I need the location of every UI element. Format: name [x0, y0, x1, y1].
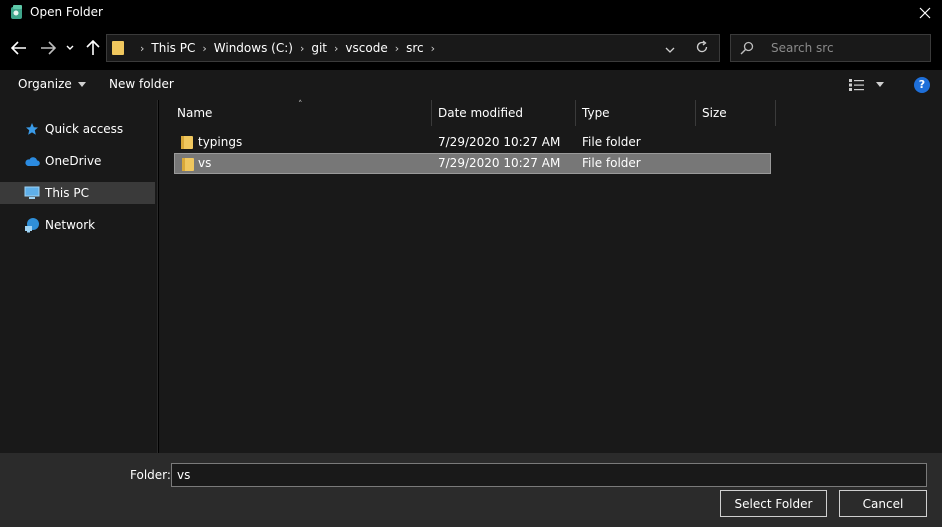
sidebar-item-this-pc[interactable]: This PC [0, 182, 155, 204]
address-dropdown-button[interactable] [665, 43, 675, 57]
file-list: ˄ Name Date modified Type Size typings 7… [159, 100, 942, 453]
computer-icon [24, 185, 40, 201]
help-button[interactable]: ? [914, 77, 930, 93]
title-bar: Open Folder [0, 0, 942, 26]
navigation-pane: Quick access OneDrive This PC Network [0, 100, 158, 453]
column-header-label: Date modified [438, 106, 524, 120]
file-date-modified: 7/29/2020 10:27 AM [438, 135, 561, 149]
chevron-right-icon[interactable]: › [431, 42, 435, 55]
sidebar-item-label: Quick access [45, 122, 124, 136]
file-type: File folder [582, 135, 641, 149]
breadcrumb-vscode[interactable]: vscode [345, 41, 387, 55]
breadcrumb-git[interactable]: git [311, 41, 327, 55]
folder-icon [181, 157, 195, 175]
folder-icon [180, 135, 194, 153]
arrow-up-icon [86, 40, 100, 55]
command-bar: Organize New folder ? [0, 70, 942, 100]
window-title: Open Folder [30, 5, 103, 19]
app-icon [8, 4, 26, 22]
breadcrumb-this-pc[interactable]: This PC [151, 41, 195, 55]
file-date-modified: 7/29/2020 10:27 AM [438, 156, 561, 170]
chevron-down-icon [665, 47, 675, 53]
caret-down-icon[interactable] [876, 82, 884, 87]
cancel-button[interactable]: Cancel [839, 490, 927, 517]
address-bar[interactable]: › This PC › Windows (C:) › git › vscode … [106, 34, 720, 62]
arrow-right-icon [41, 41, 56, 55]
sidebar-item-quick-access[interactable]: Quick access [0, 118, 155, 140]
network-icon [24, 217, 40, 233]
navigation-bar: › This PC › Windows (C:) › git › vscode … [0, 26, 942, 70]
table-row[interactable]: typings 7/29/2020 10:27 AM File folder [174, 132, 771, 153]
file-name: typings [198, 135, 243, 149]
recent-locations-button[interactable] [62, 37, 78, 59]
chevron-down-icon [66, 45, 74, 50]
organize-button[interactable]: Organize [18, 77, 86, 91]
caret-down-icon [77, 82, 86, 87]
select-folder-button[interactable]: Select Folder [720, 490, 827, 517]
column-header-type[interactable]: Type [576, 100, 696, 126]
view-options-button[interactable] [848, 78, 866, 95]
sidebar-item-onedrive[interactable]: OneDrive [0, 150, 155, 172]
search-input[interactable]: Search src [771, 41, 834, 55]
column-header-date-modified[interactable]: Date modified [432, 100, 576, 126]
refresh-button[interactable] [695, 40, 709, 57]
sidebar-item-network[interactable]: Network [0, 214, 155, 236]
close-button[interactable] [908, 0, 942, 26]
breadcrumb-src[interactable]: src [406, 41, 424, 55]
dialog-footer: Folder: Select Folder Cancel [0, 453, 942, 527]
refresh-icon [696, 40, 708, 53]
sidebar-item-label: This PC [45, 186, 89, 200]
chevron-right-icon[interactable]: › [300, 42, 304, 55]
up-button[interactable] [82, 37, 104, 59]
cloud-icon [24, 153, 40, 169]
file-type: File folder [582, 156, 641, 170]
chevron-right-icon[interactable]: › [395, 42, 399, 55]
column-header-label: Size [702, 106, 727, 120]
folder-icon [111, 40, 125, 59]
close-icon [919, 7, 931, 19]
sidebar-item-label: Network [45, 218, 96, 232]
arrow-left-icon [11, 41, 26, 55]
breadcrumb-windows-c[interactable]: Windows (C:) [214, 41, 293, 55]
file-name: vs [198, 156, 212, 170]
star-icon [24, 121, 40, 137]
chevron-right-icon[interactable]: › [334, 42, 338, 55]
column-header-label: Type [582, 106, 610, 120]
forward-button[interactable] [37, 37, 59, 59]
breadcrumb: › This PC › Windows (C:) › git › vscode … [133, 35, 442, 61]
column-header-label: Name [177, 106, 213, 120]
details-view-icon [849, 79, 864, 91]
search-icon [740, 41, 754, 58]
column-header-name[interactable]: Name [159, 100, 432, 126]
sidebar-item-label: OneDrive [45, 154, 102, 168]
search-box[interactable]: Search src [730, 34, 931, 62]
folder-label: Folder: [130, 468, 171, 482]
chevron-right-icon[interactable]: › [202, 42, 206, 55]
new-folder-button[interactable]: New folder [109, 77, 174, 91]
chevron-right-icon[interactable]: › [140, 42, 144, 55]
column-header-size[interactable]: Size [696, 100, 776, 126]
table-row[interactable]: vs 7/29/2020 10:27 AM File folder [174, 153, 771, 174]
back-button[interactable] [8, 37, 30, 59]
organize-label: Organize [18, 77, 72, 91]
folder-name-input[interactable] [171, 463, 927, 487]
